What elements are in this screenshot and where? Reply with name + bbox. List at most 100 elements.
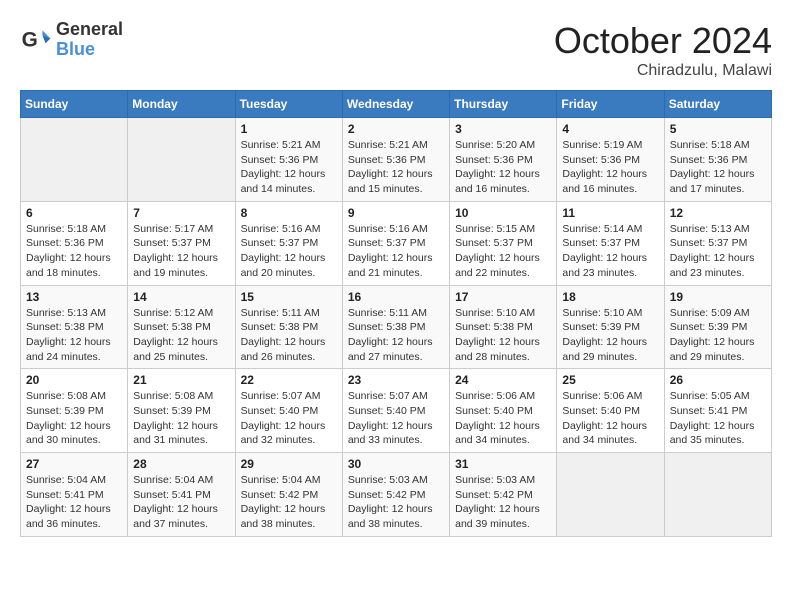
- day-info: Sunrise: 5:11 AM Sunset: 5:38 PM Dayligh…: [241, 306, 337, 365]
- day-number: 26: [670, 373, 766, 387]
- calendar-cell: 15 Sunrise: 5:11 AM Sunset: 5:38 PM Dayli…: [235, 285, 342, 369]
- weekday-header-row: SundayMondayTuesdayWednesdayThursdayFrid…: [21, 91, 772, 118]
- day-info: Sunrise: 5:21 AM Sunset: 5:36 PM Dayligh…: [241, 138, 337, 197]
- day-info: Sunrise: 5:03 AM Sunset: 5:42 PM Dayligh…: [455, 473, 551, 532]
- weekday-header: Wednesday: [342, 91, 449, 118]
- calendar-cell: 20 Sunrise: 5:08 AM Sunset: 5:39 PM Dayli…: [21, 369, 128, 453]
- calendar-cell: 24 Sunrise: 5:06 AM Sunset: 5:40 PM Dayli…: [450, 369, 557, 453]
- logo-icon: G: [20, 24, 52, 56]
- calendar-cell: 8Sunrise: 5:16 AM Sunset: 5:37 PM Daylig…: [235, 201, 342, 285]
- calendar-week-row: 20 Sunrise: 5:08 AM Sunset: 5:39 PM Dayli…: [21, 369, 772, 453]
- day-info: Sunrise: 5:13 AM Sunset: 5:37 PM Dayligh…: [670, 222, 766, 281]
- day-number: 24: [455, 373, 551, 387]
- calendar-cell: 23Sunrise: 5:07 AM Sunset: 5:40 PM Dayli…: [342, 369, 449, 453]
- calendar-cell: 31 Sunrise: 5:03 AM Sunset: 5:42 PM Dayli…: [450, 453, 557, 537]
- day-info: Sunrise: 5:18 AM Sunset: 5:36 PM Dayligh…: [670, 138, 766, 197]
- day-info: Sunrise: 5:04 AM Sunset: 5:41 PM Dayligh…: [133, 473, 229, 532]
- calendar-cell: 21 Sunrise: 5:08 AM Sunset: 5:39 PM Dayli…: [128, 369, 235, 453]
- calendar-cell: 12 Sunrise: 5:13 AM Sunset: 5:37 PM Dayli…: [664, 201, 771, 285]
- day-info: Sunrise: 5:16 AM Sunset: 5:37 PM Dayligh…: [241, 222, 337, 281]
- calendar-week-row: 1Sunrise: 5:21 AM Sunset: 5:36 PM Daylig…: [21, 118, 772, 202]
- day-info: Sunrise: 5:12 AM Sunset: 5:38 PM Dayligh…: [133, 306, 229, 365]
- day-info: Sunrise: 5:08 AM Sunset: 5:39 PM Dayligh…: [26, 389, 122, 448]
- logo-line2: Blue: [56, 40, 123, 60]
- day-number: 29: [241, 457, 337, 471]
- day-info: Sunrise: 5:21 AM Sunset: 5:36 PM Dayligh…: [348, 138, 444, 197]
- day-info: Sunrise: 5:06 AM Sunset: 5:40 PM Dayligh…: [455, 389, 551, 448]
- calendar-cell: 30Sunrise: 5:03 AM Sunset: 5:42 PM Dayli…: [342, 453, 449, 537]
- calendar-week-row: 13 Sunrise: 5:13 AM Sunset: 5:38 PM Dayli…: [21, 285, 772, 369]
- calendar-cell: 11Sunrise: 5:14 AM Sunset: 5:37 PM Dayli…: [557, 201, 664, 285]
- page-header: G General Blue October 2024 Chiradzulu, …: [20, 20, 772, 80]
- title-block: October 2024 Chiradzulu, Malawi: [554, 20, 772, 80]
- calendar-cell: 3 Sunrise: 5:20 AM Sunset: 5:36 PM Daylig…: [450, 118, 557, 202]
- calendar-cell: [664, 453, 771, 537]
- calendar-subtitle: Chiradzulu, Malawi: [554, 62, 772, 80]
- day-info: Sunrise: 5:19 AM Sunset: 5:36 PM Dayligh…: [562, 138, 658, 197]
- day-info: Sunrise: 5:10 AM Sunset: 5:39 PM Dayligh…: [562, 306, 658, 365]
- weekday-header: Friday: [557, 91, 664, 118]
- day-number: 3: [455, 122, 551, 136]
- day-info: Sunrise: 5:20 AM Sunset: 5:36 PM Dayligh…: [455, 138, 551, 197]
- day-info: Sunrise: 5:04 AM Sunset: 5:42 PM Dayligh…: [241, 473, 337, 532]
- day-number: 9: [348, 206, 444, 220]
- calendar-cell: 28 Sunrise: 5:04 AM Sunset: 5:41 PM Dayli…: [128, 453, 235, 537]
- day-number: 31: [455, 457, 551, 471]
- weekday-header: Thursday: [450, 91, 557, 118]
- calendar-cell: 9 Sunrise: 5:16 AM Sunset: 5:37 PM Daylig…: [342, 201, 449, 285]
- day-number: 19: [670, 290, 766, 304]
- svg-text:G: G: [22, 28, 38, 51]
- day-number: 18: [562, 290, 658, 304]
- day-info: Sunrise: 5:07 AM Sunset: 5:40 PM Dayligh…: [348, 389, 444, 448]
- day-info: Sunrise: 5:07 AM Sunset: 5:40 PM Dayligh…: [241, 389, 337, 448]
- calendar-cell: 7 Sunrise: 5:17 AM Sunset: 5:37 PM Daylig…: [128, 201, 235, 285]
- calendar-cell: 19Sunrise: 5:09 AM Sunset: 5:39 PM Dayli…: [664, 285, 771, 369]
- calendar-cell: 17 Sunrise: 5:10 AM Sunset: 5:38 PM Dayli…: [450, 285, 557, 369]
- calendar-table: SundayMondayTuesdayWednesdayThursdayFrid…: [20, 90, 772, 537]
- calendar-cell: 2 Sunrise: 5:21 AM Sunset: 5:36 PM Daylig…: [342, 118, 449, 202]
- calendar-cell: [21, 118, 128, 202]
- day-info: Sunrise: 5:17 AM Sunset: 5:37 PM Dayligh…: [133, 222, 229, 281]
- day-number: 7: [133, 206, 229, 220]
- day-number: 2: [348, 122, 444, 136]
- day-number: 25: [562, 373, 658, 387]
- day-number: 20: [26, 373, 122, 387]
- day-number: 6: [26, 206, 122, 220]
- day-info: Sunrise: 5:10 AM Sunset: 5:38 PM Dayligh…: [455, 306, 551, 365]
- day-info: Sunrise: 5:13 AM Sunset: 5:38 PM Dayligh…: [26, 306, 122, 365]
- day-number: 15: [241, 290, 337, 304]
- calendar-body: 1Sunrise: 5:21 AM Sunset: 5:36 PM Daylig…: [21, 118, 772, 537]
- day-number: 16: [348, 290, 444, 304]
- day-number: 5: [670, 122, 766, 136]
- day-info: Sunrise: 5:18 AM Sunset: 5:36 PM Dayligh…: [26, 222, 122, 281]
- calendar-cell: 27Sunrise: 5:04 AM Sunset: 5:41 PM Dayli…: [21, 453, 128, 537]
- day-info: Sunrise: 5:05 AM Sunset: 5:41 PM Dayligh…: [670, 389, 766, 448]
- day-number: 27: [26, 457, 122, 471]
- day-number: 12: [670, 206, 766, 220]
- day-number: 28: [133, 457, 229, 471]
- calendar-cell: 13 Sunrise: 5:13 AM Sunset: 5:38 PM Dayli…: [21, 285, 128, 369]
- day-number: 13: [26, 290, 122, 304]
- calendar-week-row: 27 Sunrise: 5:04 AM Sunset: 5:41 PM Dayli…: [21, 453, 772, 537]
- calendar-cell: 16Sunrise: 5:11 AM Sunset: 5:38 PM Dayli…: [342, 285, 449, 369]
- logo-line1: General: [56, 20, 123, 40]
- day-info: Sunrise: 5:16 AM Sunset: 5:37 PM Dayligh…: [348, 222, 444, 281]
- calendar-cell: 18 Sunrise: 5:10 AM Sunset: 5:39 PM Dayli…: [557, 285, 664, 369]
- day-info: Sunrise: 5:08 AM Sunset: 5:39 PM Dayligh…: [133, 389, 229, 448]
- calendar-cell: 1Sunrise: 5:21 AM Sunset: 5:36 PM Daylig…: [235, 118, 342, 202]
- day-info: Sunrise: 5:15 AM Sunset: 5:37 PM Dayligh…: [455, 222, 551, 281]
- day-number: 17: [455, 290, 551, 304]
- day-number: 21: [133, 373, 229, 387]
- day-info: Sunrise: 5:03 AM Sunset: 5:42 PM Dayligh…: [348, 473, 444, 532]
- calendar-cell: 5 Sunrise: 5:18 AM Sunset: 5:36 PM Daylig…: [664, 118, 771, 202]
- calendar-week-row: 6 Sunrise: 5:18 AM Sunset: 5:36 PM Daylig…: [21, 201, 772, 285]
- day-info: Sunrise: 5:14 AM Sunset: 5:37 PM Dayligh…: [562, 222, 658, 281]
- calendar-header: SundayMondayTuesdayWednesdayThursdayFrid…: [21, 91, 772, 118]
- calendar-cell: 22Sunrise: 5:07 AM Sunset: 5:40 PM Dayli…: [235, 369, 342, 453]
- day-number: 14: [133, 290, 229, 304]
- calendar-cell: 14 Sunrise: 5:12 AM Sunset: 5:38 PM Dayli…: [128, 285, 235, 369]
- calendar-cell: [128, 118, 235, 202]
- day-number: 10: [455, 206, 551, 220]
- weekday-header: Sunday: [21, 91, 128, 118]
- logo-text: General Blue: [56, 20, 123, 60]
